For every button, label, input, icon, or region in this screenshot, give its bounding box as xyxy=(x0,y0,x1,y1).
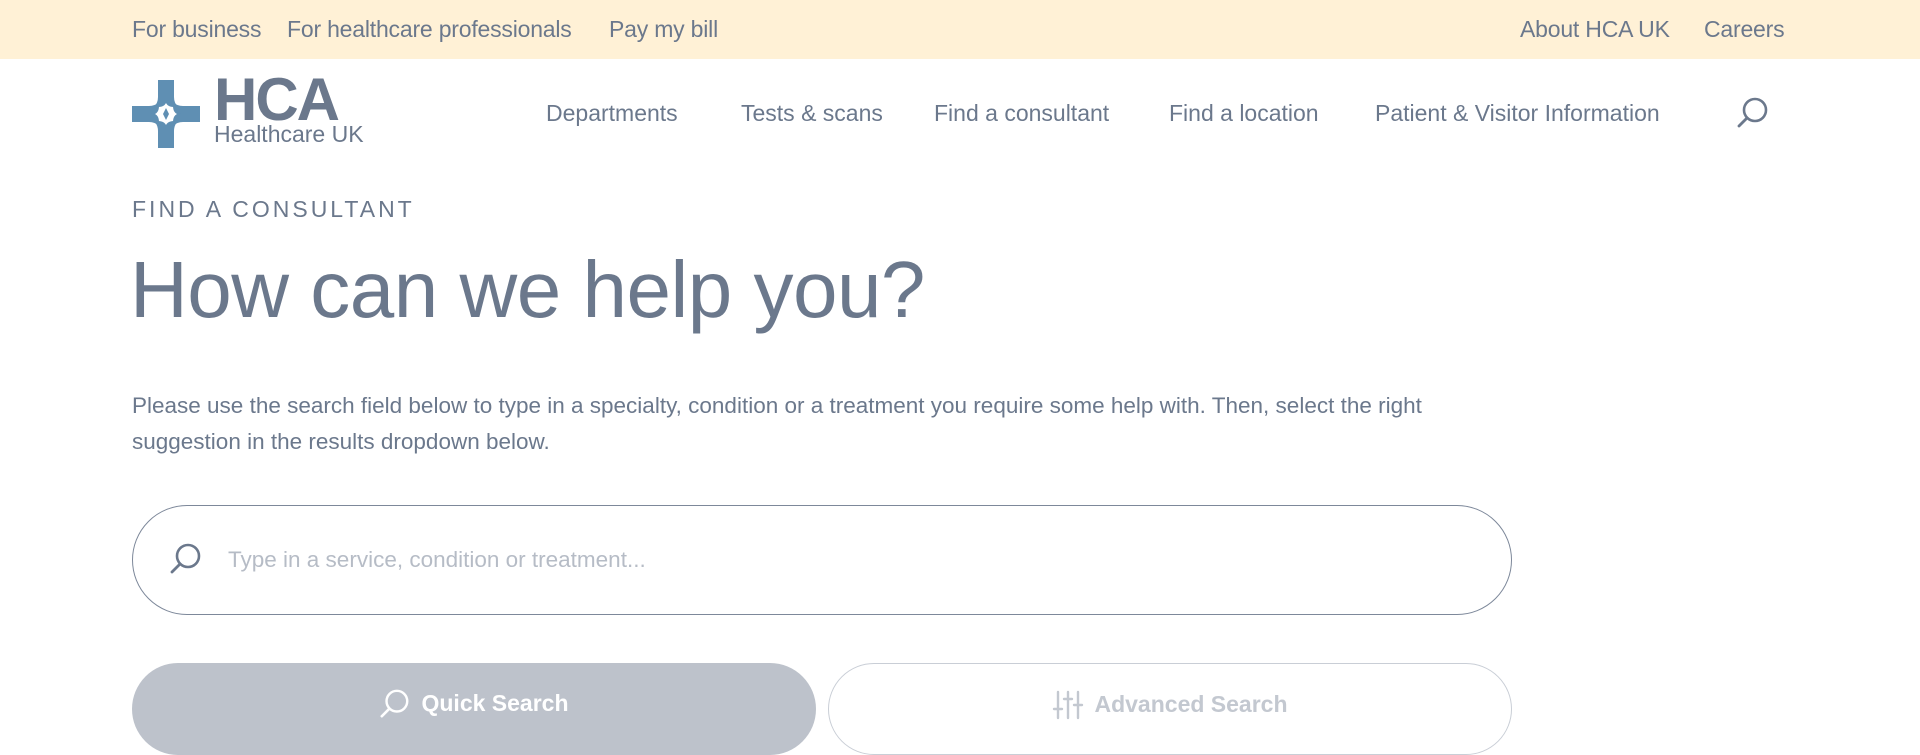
quick-search-button[interactable]: Quick Search xyxy=(132,663,816,755)
search-icon[interactable] xyxy=(1736,96,1770,130)
sliders-icon xyxy=(1053,690,1084,720)
nav-patient-visitor-information[interactable]: Patient & Visitor Information xyxy=(1375,100,1660,127)
search-icon xyxy=(170,543,201,574)
careers-link[interactable]: Careers xyxy=(1704,16,1785,43)
nav-departments[interactable]: Departments xyxy=(546,100,678,127)
intro-text: Please use the search field below to typ… xyxy=(132,393,1422,454)
about-hca-uk-link[interactable]: About HCA UK xyxy=(1520,16,1670,43)
advanced-search-button[interactable]: Advanced Search xyxy=(828,663,1512,755)
page-eyebrow: FIND A CONSULTANT xyxy=(132,196,415,222)
search-field[interactable] xyxy=(132,505,1512,615)
for-business-link[interactable]: For business xyxy=(132,16,261,43)
nav-find-a-consultant[interactable]: Find a consultant xyxy=(934,100,1109,127)
nav-tests-scans[interactable]: Tests & scans xyxy=(741,100,883,127)
advanced-search-label: Advanced Search xyxy=(1094,691,1288,717)
nav-find-a-location[interactable]: Find a location xyxy=(1169,100,1319,127)
hca-logo[interactable]: HCA Healthcare UK xyxy=(132,70,382,152)
search-input[interactable] xyxy=(228,539,1428,581)
for-healthcare-professionals-link[interactable]: For healthcare professionals xyxy=(287,16,572,43)
utility-bar: For business For healthcare professional… xyxy=(0,0,1920,59)
logo-subtitle: Healthcare UK xyxy=(214,121,364,147)
search-icon xyxy=(380,689,409,718)
page-title: How can we help you? xyxy=(130,245,925,334)
quick-search-label: Quick Search xyxy=(421,690,569,716)
pay-my-bill-link[interactable]: Pay my bill xyxy=(609,16,718,43)
hca-cross-icon xyxy=(132,80,200,148)
